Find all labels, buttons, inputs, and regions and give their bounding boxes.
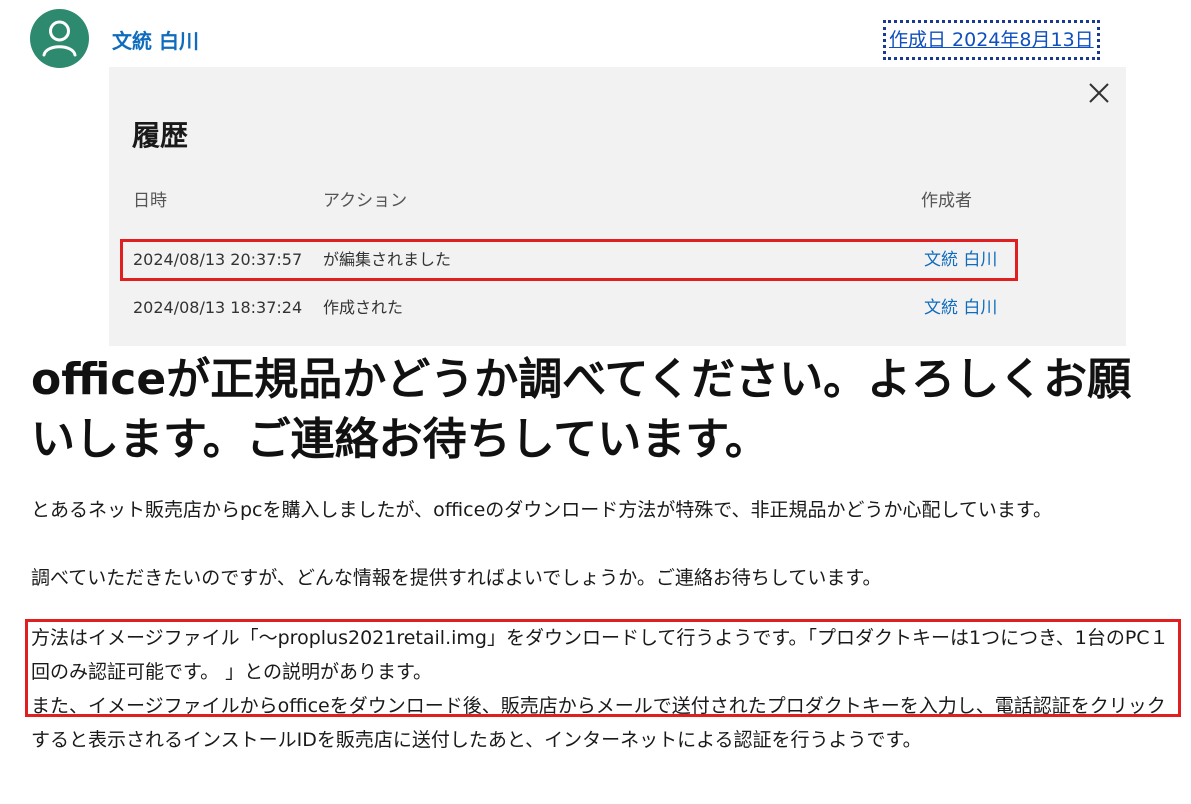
close-icon bbox=[1089, 83, 1109, 103]
history-title: 履歴 bbox=[132, 119, 189, 152]
person-icon bbox=[42, 20, 77, 57]
question-body-paragraph-2: 調べていただきたいのですが、どんな情報を提供すればよいでしょうか。ご連絡お待ちし… bbox=[31, 567, 882, 589]
history-row-2-datetime: 2024/08/13 18:37:24 bbox=[133, 298, 303, 317]
history-row-2-action: 作成された bbox=[323, 298, 404, 317]
question-body-paragraph-1: とあるネット販売店からpcを購入しましたが、officeのダウンロード方法が特殊… bbox=[31, 499, 1053, 521]
highlight-box-body bbox=[25, 619, 1181, 717]
avatar[interactable] bbox=[30, 9, 89, 68]
created-date-link[interactable]: 作成日 2024年8月13日 bbox=[883, 20, 1100, 60]
question-title: officeが正規品かどうか調べてください。よろしくお願いします。ご連絡お待ちし… bbox=[31, 354, 1132, 465]
author-name-link[interactable]: 文統 白川 bbox=[112, 28, 199, 54]
column-header-datetime: 日時 bbox=[133, 191, 167, 211]
close-button[interactable] bbox=[1086, 80, 1112, 106]
highlight-box-history-row bbox=[120, 239, 1018, 281]
column-header-author: 作成者 bbox=[921, 191, 972, 211]
history-row-2-author-link[interactable]: 文統 白川 bbox=[924, 297, 997, 319]
column-header-action: アクション bbox=[323, 191, 408, 211]
